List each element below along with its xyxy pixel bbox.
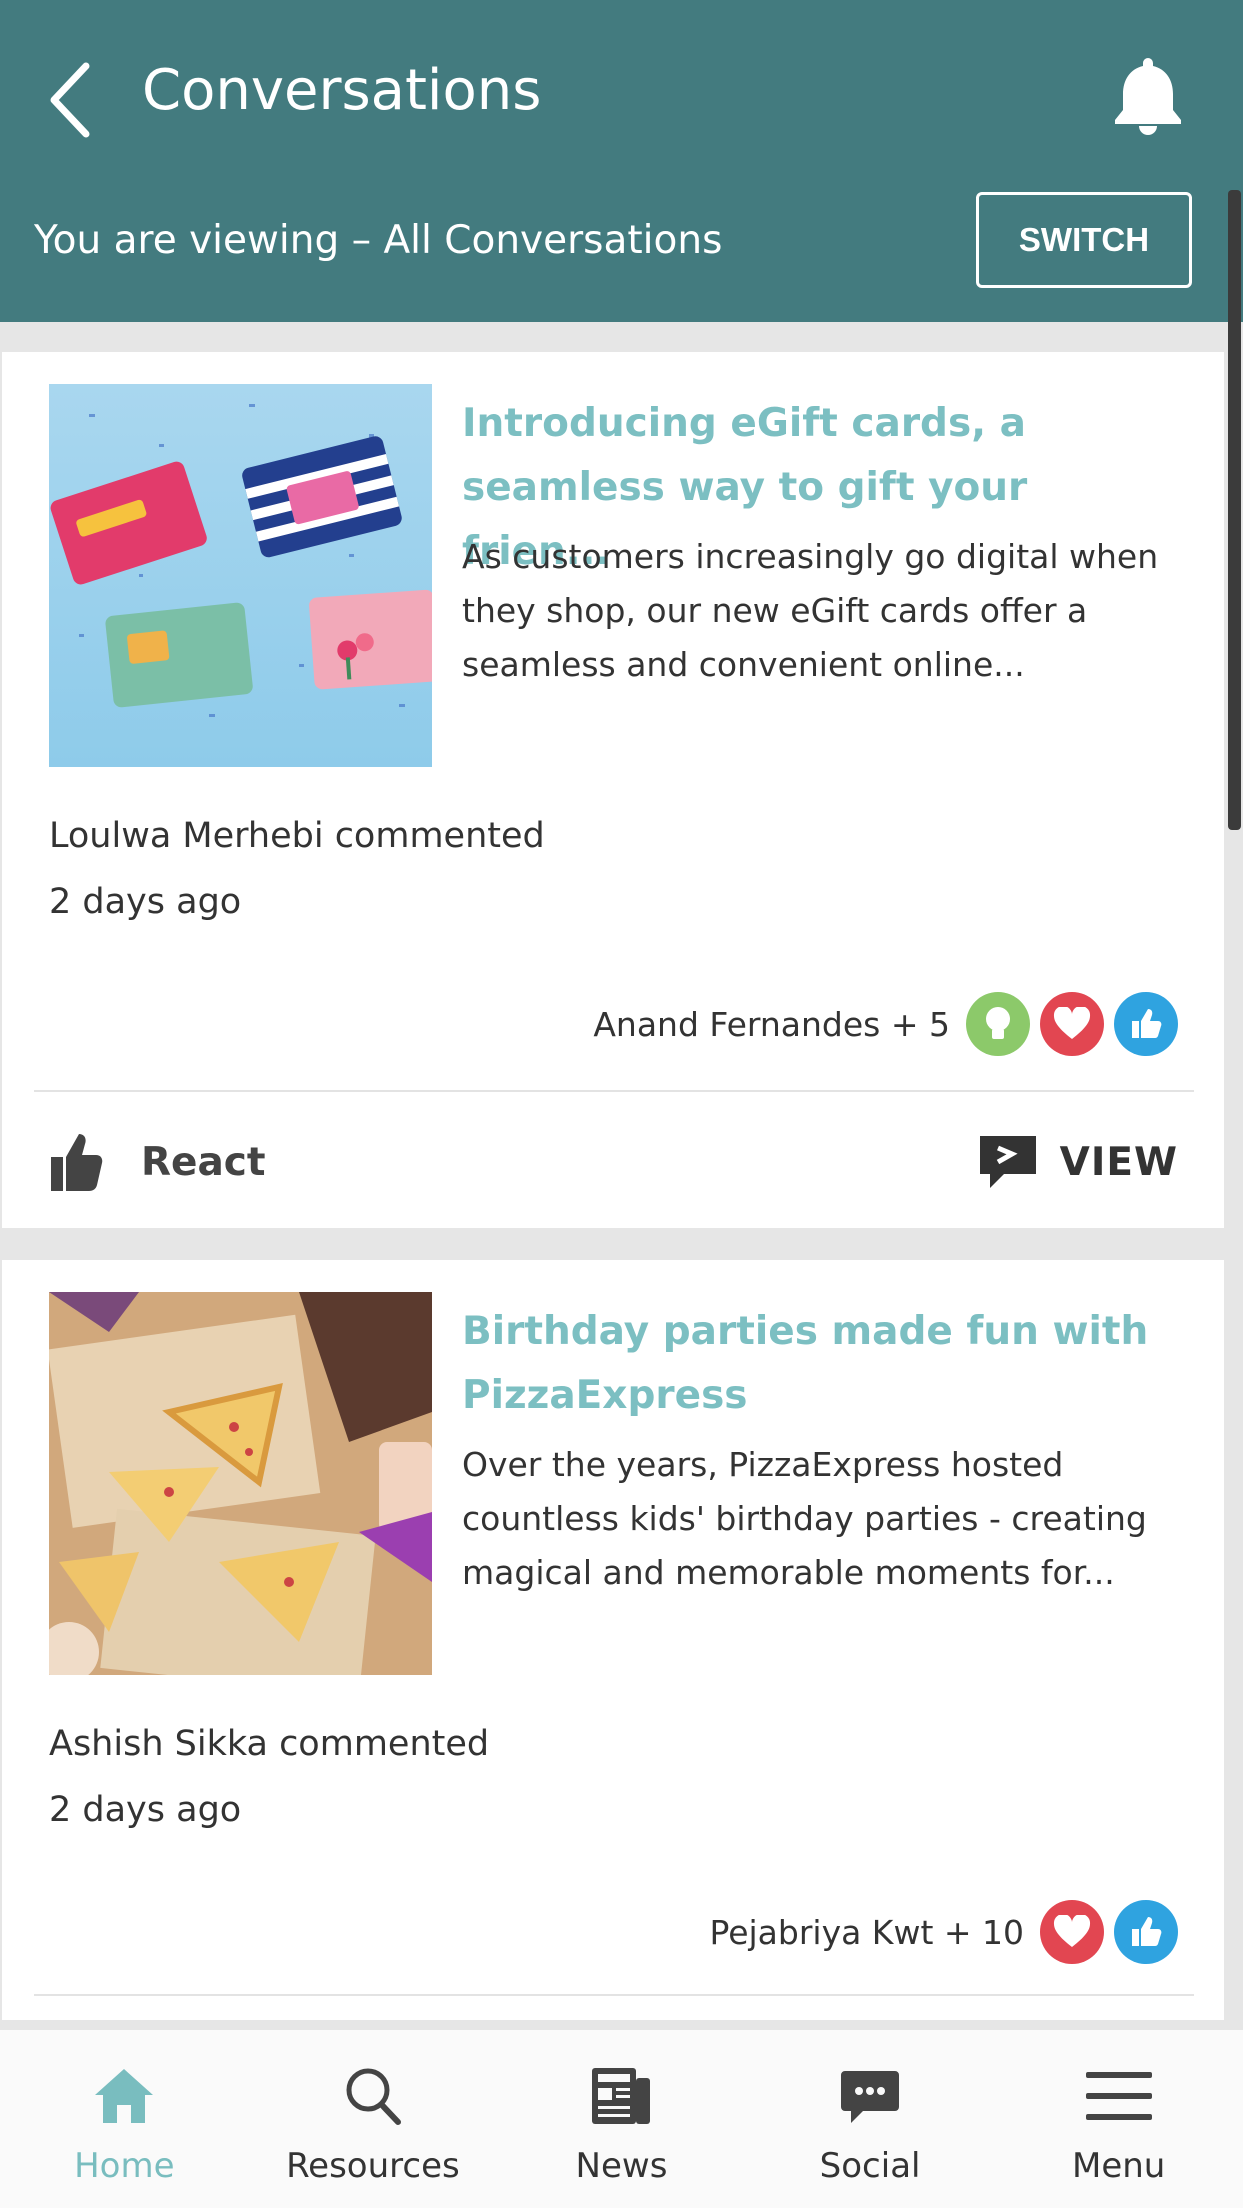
post-excerpt: As customers increasingly go digital whe… — [462, 537, 1159, 684]
post-card[interactable]: Birthday parties made fun with PizzaExpr… — [2, 1260, 1224, 2020]
nav-label: Social — [819, 2146, 921, 2186]
post-excerpt: Over the years, PizzaExpress hosted coun… — [462, 1445, 1147, 1592]
pizza-party-image[interactable] — [49, 1292, 432, 1675]
home-icon — [88, 2060, 160, 2132]
timestamp: 2 days ago — [49, 1790, 242, 1830]
nav-label: Menu — [1071, 2146, 1166, 2186]
reactions-summary[interactable]: Pejabriya Kwt + 10 — [709, 1900, 1178, 1964]
nav-item-news[interactable]: News — [497, 2030, 746, 2208]
hamburger-icon — [1083, 2060, 1155, 2132]
divider — [34, 1090, 1194, 1092]
thumbs-up-icon — [1114, 992, 1178, 1056]
page-title: Conversations — [142, 58, 542, 123]
scrollbar[interactable] — [1228, 190, 1241, 830]
commenter-text: Ashish Sikka commented — [49, 1724, 490, 1764]
egift-cards-image[interactable] — [49, 384, 432, 767]
reactions-summary[interactable]: Anand Fernandes + 5 — [593, 992, 1178, 1056]
nav-label: Resources — [286, 2146, 460, 2186]
commenter-text: Loulwa Merhebi commented — [49, 816, 545, 856]
switch-button[interactable]: SWITCH — [976, 192, 1192, 288]
thumbs-up-icon — [1114, 1900, 1178, 1964]
thumbs-up-icon — [51, 1134, 103, 1191]
bottom-navigation: Home Resources News Social Menu — [0, 2028, 1243, 2208]
nav-item-social[interactable]: Social — [746, 2030, 995, 2208]
view-button[interactable]: VIEW — [978, 1124, 1178, 1200]
nav-item-home[interactable]: Home — [0, 2030, 249, 2208]
nav-label: Home — [74, 2146, 175, 2186]
viewing-filter-text: You are viewing – All Conversations — [34, 218, 723, 263]
nav-item-menu[interactable]: Menu — [994, 2030, 1243, 2208]
search-icon — [337, 2060, 409, 2132]
heart-icon — [1040, 1900, 1104, 1964]
timestamp: 2 days ago — [49, 882, 242, 922]
chat-icon — [834, 2060, 906, 2132]
react-button[interactable]: React — [49, 1124, 266, 1200]
post-card[interactable]: Introducing eGift cards, a seamless way … — [2, 352, 1224, 1228]
bell-icon[interactable] — [1112, 54, 1184, 138]
newspaper-icon — [585, 2060, 657, 2132]
bulb-icon — [966, 992, 1030, 1056]
reactors-names: Anand Fernandes + 5 — [593, 1004, 950, 1044]
divider — [34, 1994, 1194, 1996]
heart-icon — [1040, 992, 1104, 1056]
nav-label: News — [575, 2146, 668, 2186]
react-label: React — [141, 1139, 266, 1185]
post-title[interactable]: Birthday parties made fun with PizzaExpr… — [462, 1300, 1182, 1428]
nav-item-resources[interactable]: Resources — [249, 2030, 498, 2208]
app-header: Conversations You are viewing – All Conv… — [0, 0, 1243, 322]
reactors-names: Pejabriya Kwt + 10 — [709, 1912, 1024, 1952]
comment-icon — [979, 1136, 1036, 1188]
back-arrow-icon[interactable] — [46, 60, 96, 140]
view-label: VIEW — [1059, 1139, 1178, 1185]
